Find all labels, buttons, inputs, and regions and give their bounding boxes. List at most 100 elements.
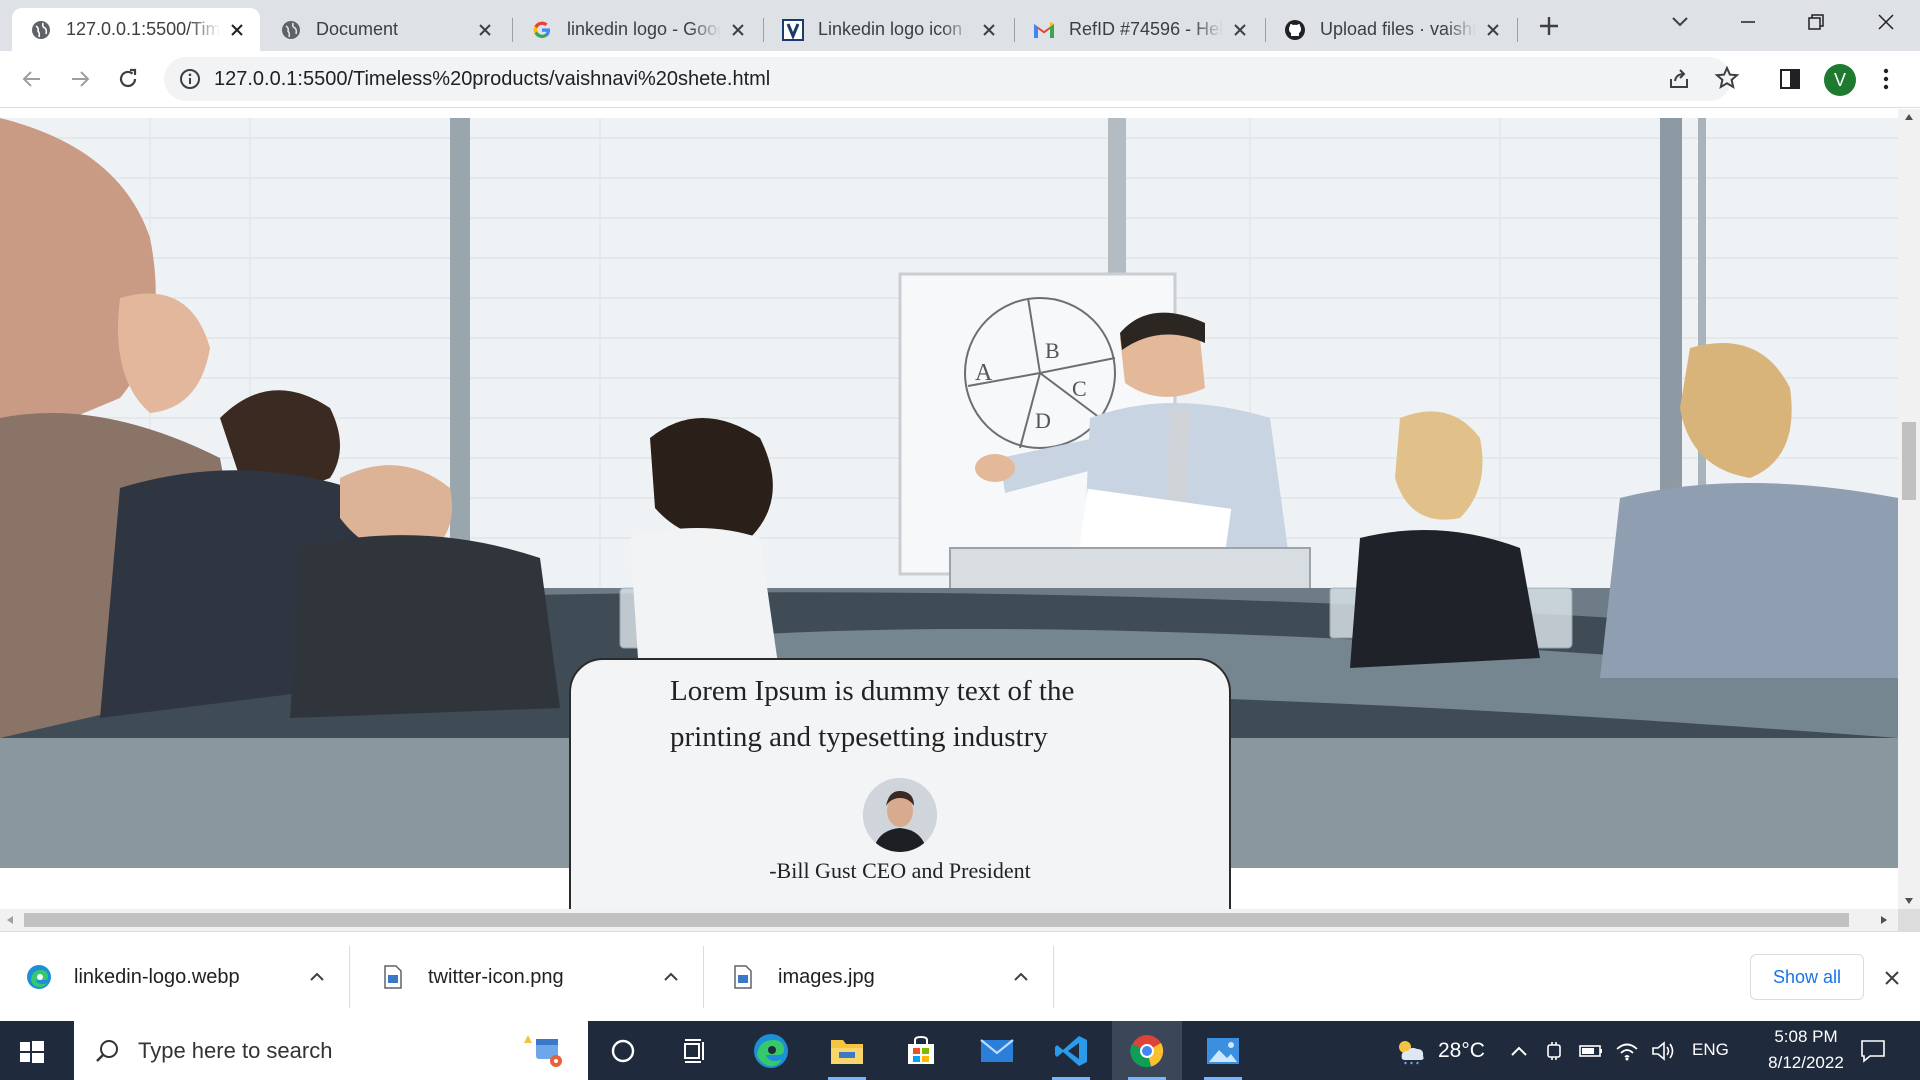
input-language[interactable]: ENG [1692, 1040, 1729, 1060]
notification-center-icon[interactable] [1858, 1038, 1888, 1064]
tab-title: Linkedin logo icon [818, 19, 963, 39]
close-tab-icon[interactable] [474, 19, 496, 41]
image-file-icon [380, 964, 406, 990]
tab-title: linkedin logo - Google Search [567, 19, 721, 39]
close-download-bar-icon[interactable] [1880, 966, 1904, 990]
file-explorer-icon[interactable] [812, 1021, 882, 1080]
volume-icon[interactable] [1650, 1038, 1676, 1064]
tab-gmail-refid[interactable]: RefID #74596 - Hello [1015, 8, 1263, 51]
edge-file-icon [26, 964, 52, 990]
scroll-down-arrow-icon[interactable] [1904, 897, 1914, 905]
chevron-up-icon[interactable] [1009, 965, 1033, 989]
chevron-up-icon[interactable] [305, 965, 329, 989]
show-all-downloads-button[interactable]: Show all [1750, 954, 1864, 1000]
svg-text:B: B [1045, 338, 1060, 363]
tab-title: Upload files · vaishnavi [1320, 19, 1476, 39]
download-item[interactable]: twitter-icon.png [354, 946, 704, 1008]
svg-text:A: A [975, 360, 993, 386]
new-tab-button[interactable] [1535, 12, 1563, 40]
side-panel-icon[interactable] [1774, 63, 1806, 95]
download-filename: linkedin-logo.webp [74, 965, 240, 988]
battery-icon[interactable] [1578, 1038, 1604, 1064]
address-bar[interactable]: 127.0.0.1:5500/Timeless%20products/vaish… [164, 57, 1740, 101]
download-filename: twitter-icon.png [428, 965, 564, 988]
globe-icon [280, 19, 302, 41]
wifi-icon[interactable] [1614, 1038, 1640, 1064]
gmail-icon [1033, 19, 1055, 41]
tab-title: Document [316, 19, 399, 39]
weather-icon[interactable] [1394, 1038, 1428, 1065]
chrome-icon[interactable] [1112, 1021, 1182, 1080]
windows-taskbar: Type here to search 28°C ENG 5:08 PM 8/1… [0, 1021, 1920, 1080]
close-window-button[interactable] [1868, 8, 1904, 36]
close-tab-icon[interactable] [727, 19, 749, 41]
tab-title: RefID #74596 - Hello [1069, 19, 1223, 39]
tab-strip: 127.0.0.1:5500/Timeless products Documen… [0, 0, 1920, 51]
close-tab-icon[interactable] [978, 19, 1000, 41]
edge-icon[interactable] [736, 1021, 806, 1080]
cortana-icon[interactable] [588, 1021, 658, 1080]
horizontal-scrollbar[interactable] [0, 909, 1898, 931]
github-icon [1284, 19, 1306, 41]
scroll-up-arrow-icon[interactable] [1904, 113, 1914, 121]
bookmark-star-icon[interactable] [1714, 65, 1740, 91]
tab-title: 127.0.0.1:5500/Timeless products [66, 19, 220, 39]
tab-timeless-products[interactable]: 127.0.0.1:5500/Timeless products [12, 8, 260, 51]
clock-time[interactable]: 5:08 PM [1756, 1027, 1856, 1047]
forward-button[interactable] [64, 63, 96, 95]
task-view-icon[interactable] [660, 1021, 730, 1080]
tab-github-upload[interactable]: Upload files · vaishnavi [1266, 8, 1516, 51]
taskbar-search-placeholder: Type here to search [138, 1037, 333, 1063]
close-tab-icon[interactable] [1229, 19, 1251, 41]
testimonial-author: -Bill Gust CEO and President [769, 858, 1031, 883]
image-file-icon [730, 964, 756, 990]
profile-avatar[interactable]: V [1824, 64, 1856, 96]
tab-linkedin-search[interactable]: linkedin logo - Google Search [513, 8, 761, 51]
weather-temperature[interactable]: 28°C [1438, 1039, 1485, 1063]
download-filename: images.jpg [778, 965, 875, 988]
scroll-left-arrow-icon[interactable] [6, 915, 14, 925]
search-icon [94, 1038, 120, 1064]
address-text[interactable]: 127.0.0.1:5500/Timeless%20products/vaish… [214, 68, 770, 91]
tab-divider [1517, 18, 1518, 42]
close-tab-icon[interactable] [226, 19, 248, 41]
search-highlight-calendar-icon [518, 1031, 566, 1071]
browser-menu-icon[interactable] [1870, 63, 1902, 95]
windows-start-icon[interactable] [14, 1035, 48, 1069]
meet-now-icon[interactable] [1542, 1038, 1568, 1064]
back-button[interactable] [16, 63, 48, 95]
horizontal-scroll-thumb[interactable] [24, 913, 1849, 927]
clock-date[interactable]: 8/12/2022 [1748, 1053, 1864, 1073]
restore-button[interactable] [1798, 8, 1834, 36]
svg-text:C: C [1072, 376, 1087, 401]
taskbar-search-box[interactable]: Type here to search [74, 1021, 588, 1080]
testimonial-card: Lorem Ipsum is dummy text of the printin… [569, 658, 1231, 909]
minimize-button[interactable] [1730, 8, 1766, 36]
page-viewport: A B C D Lorem Ipsum is dummy text of the… [0, 109, 1898, 909]
reload-button[interactable] [112, 63, 144, 95]
mail-icon[interactable] [962, 1021, 1032, 1080]
globe-icon [30, 19, 52, 41]
browser-toolbar: 127.0.0.1:5500/Timeless%20products/vaish… [0, 51, 1920, 108]
download-item[interactable]: images.jpg [704, 946, 1054, 1008]
tab-search-chevron-icon[interactable] [1662, 8, 1698, 36]
share-icon[interactable] [1667, 67, 1691, 91]
close-tab-icon[interactable] [1482, 19, 1504, 41]
download-item[interactable]: linkedin-logo.webp [0, 946, 350, 1008]
microsoft-store-icon[interactable] [886, 1021, 956, 1080]
vertical-scrollbar[interactable] [1898, 109, 1920, 909]
vertical-scroll-thumb[interactable] [1902, 422, 1916, 500]
tab-document[interactable]: Document [262, 8, 508, 51]
scroll-right-arrow-icon[interactable] [1880, 915, 1888, 925]
show-hidden-icons-chevron-icon[interactable] [1506, 1038, 1532, 1064]
svg-text:D: D [1035, 408, 1051, 433]
vscode-icon[interactable] [1036, 1021, 1106, 1080]
v-site-icon [782, 18, 804, 41]
photos-icon[interactable] [1188, 1021, 1258, 1080]
testimonial-avatar [863, 778, 937, 852]
google-icon [531, 19, 553, 41]
scrollbar-corner [1898, 909, 1920, 931]
tab-linkedin-logo-icon[interactable]: Linkedin logo icon [764, 8, 1012, 51]
chevron-up-icon[interactable] [659, 965, 683, 989]
site-info-icon[interactable] [178, 67, 202, 91]
